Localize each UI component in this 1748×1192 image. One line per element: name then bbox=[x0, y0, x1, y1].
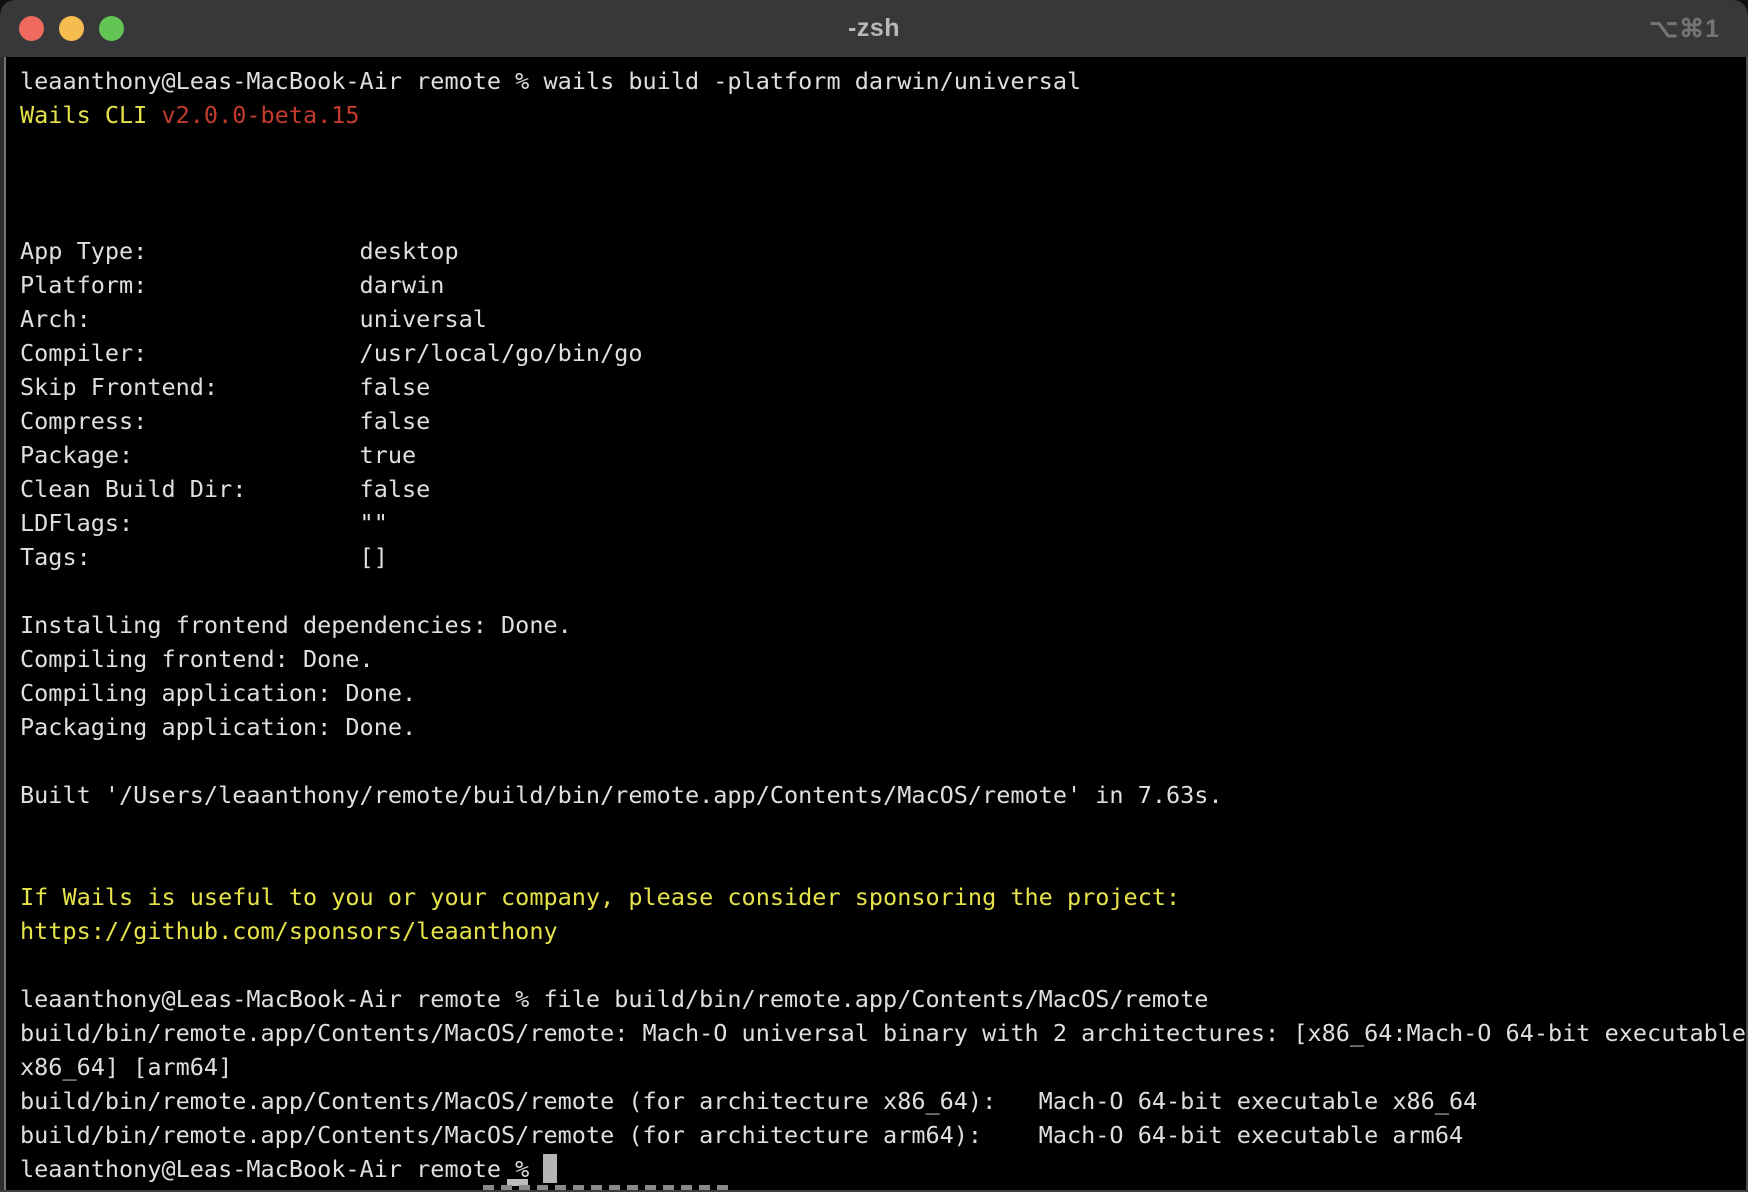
terminal-line: If Wails is useful to you or your compan… bbox=[20, 880, 1746, 914]
terminal-cursor bbox=[543, 1154, 557, 1183]
terminal-screen[interactable]: leaanthony@Leas-MacBook-Air remote % wai… bbox=[6, 57, 1746, 1190]
terminal-line bbox=[20, 812, 1746, 846]
window-title: -zsh bbox=[848, 14, 900, 43]
traffic-lights bbox=[19, 0, 124, 57]
terminal-line bbox=[20, 200, 1746, 234]
terminal-line: LDFlags: "" bbox=[20, 506, 1746, 540]
terminal-line: Clean Build Dir: false bbox=[20, 472, 1746, 506]
terminal-line: build/bin/remote.app/Contents/MacOS/remo… bbox=[20, 1016, 1746, 1050]
terminal-line bbox=[20, 744, 1746, 778]
terminal-line: Compress: false bbox=[20, 404, 1746, 438]
terminal-line: Package: true bbox=[20, 438, 1746, 472]
terminal-line: https://github.com/sponsors/leaanthony bbox=[20, 914, 1746, 948]
terminal-line: leaanthony@Leas-MacBook-Air remote % bbox=[20, 1152, 1746, 1186]
terminal-line: Compiling application: Done. bbox=[20, 676, 1746, 710]
terminal-line: Built '/Users/leaanthony/remote/build/bi… bbox=[20, 778, 1746, 812]
terminal-line: Installing frontend dependencies: Done. bbox=[20, 608, 1746, 642]
terminal-line: build/bin/remote.app/Contents/MacOS/remo… bbox=[20, 1118, 1746, 1152]
terminal-line: Skip Frontend: false bbox=[20, 370, 1746, 404]
terminal-line bbox=[20, 132, 1746, 166]
terminal-line: Packaging application: Done. bbox=[20, 710, 1746, 744]
terminal-line: leaanthony@Leas-MacBook-Air remote % wai… bbox=[20, 64, 1746, 98]
terminal-line: leaanthony@Leas-MacBook-Air remote % fil… bbox=[20, 982, 1746, 1016]
terminal-line bbox=[20, 948, 1746, 982]
tab-shortcut-hint: ⌥⌘1 bbox=[1649, 0, 1720, 57]
zoom-button[interactable] bbox=[99, 16, 124, 41]
terminal-line bbox=[20, 574, 1746, 608]
terminal-line: App Type: desktop bbox=[20, 234, 1746, 268]
title-bar[interactable]: -zsh ⌥⌘1 bbox=[0, 0, 1748, 57]
close-button[interactable] bbox=[19, 16, 44, 41]
terminal-line: Platform: darwin bbox=[20, 268, 1746, 302]
terminal-line: Compiler: /usr/local/go/bin/go bbox=[20, 336, 1746, 370]
terminal-line: Tags: [] bbox=[20, 540, 1746, 574]
minimize-button[interactable] bbox=[59, 16, 84, 41]
terminal-line: x86_64] [arm64] bbox=[20, 1050, 1746, 1084]
terminal-line: Compiling frontend: Done. bbox=[20, 642, 1746, 676]
terminal-line bbox=[20, 166, 1746, 200]
terminal-line: Arch: universal bbox=[20, 302, 1746, 336]
terminal-line: Wails CLI v2.0.0-beta.15 bbox=[20, 98, 1746, 132]
terminal-line bbox=[20, 846, 1746, 880]
terminal-window: -zsh ⌥⌘1 leaanthony@Leas-MacBook-Air rem… bbox=[0, 0, 1748, 1192]
terminal-line: build/bin/remote.app/Contents/MacOS/remo… bbox=[20, 1084, 1746, 1118]
